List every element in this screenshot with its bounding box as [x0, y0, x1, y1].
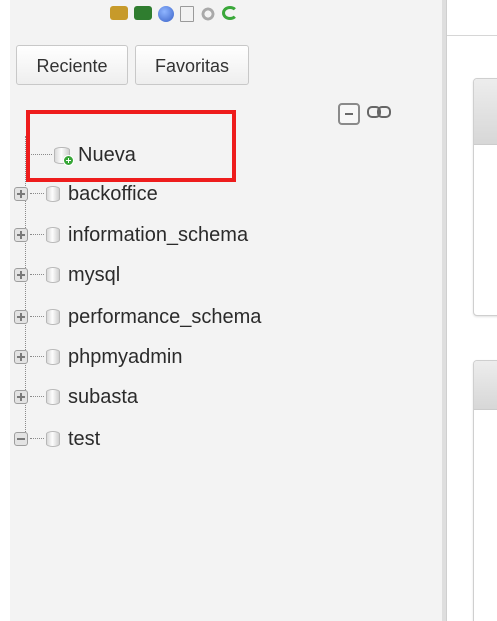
navigation-toolbar — [110, 6, 238, 26]
expand-plus-icon[interactable] — [14, 268, 28, 282]
collapse-minus-icon[interactable] — [14, 432, 28, 446]
tree-item-label[interactable]: subasta — [68, 386, 138, 409]
phpmyadmin-window: Reciente Favoritas Nueva backoffice info… — [0, 0, 497, 621]
database-icon — [46, 227, 60, 243]
main-panel-box — [473, 360, 497, 621]
tree-item-phpmyadmin[interactable]: phpmyadmin — [14, 344, 183, 370]
tree-connector — [30, 356, 44, 358]
tree-connector — [30, 316, 44, 318]
tree-item-label[interactable]: backoffice — [68, 183, 158, 206]
tree-item-label[interactable]: mysql — [68, 264, 120, 287]
main-panel-box — [473, 78, 497, 316]
main-panel — [447, 0, 497, 621]
settings-icon[interactable] — [200, 6, 216, 22]
database-icon — [46, 267, 60, 283]
expand-plus-icon[interactable] — [14, 390, 28, 404]
database-icon — [46, 349, 60, 365]
tree-item-mysql[interactable]: mysql — [14, 262, 120, 288]
database-icon — [46, 309, 60, 325]
main-panel-box-header — [474, 361, 497, 410]
reload-icon[interactable] — [222, 6, 238, 20]
highlight-annotation — [26, 110, 236, 182]
tree-item-test[interactable]: test — [14, 426, 100, 452]
expand-plus-icon[interactable] — [14, 310, 28, 324]
collapse-all-icon[interactable] — [338, 103, 360, 125]
tree-connector — [30, 234, 44, 236]
tree-item-subasta[interactable]: subasta — [14, 384, 138, 410]
tree-connector — [30, 396, 44, 398]
home-icon[interactable] — [110, 6, 128, 20]
tree-connector — [30, 193, 44, 195]
tree-item-label[interactable]: information_schema — [68, 224, 248, 247]
documentation-icon[interactable] — [180, 6, 194, 22]
expand-plus-icon[interactable] — [14, 187, 28, 201]
main-panel-box-header — [474, 79, 497, 145]
tree-connector — [30, 438, 44, 440]
tree-item-performance-schema[interactable]: performance_schema — [14, 304, 261, 330]
main-top-bar — [447, 0, 497, 36]
tree-item-backoffice[interactable]: backoffice — [14, 181, 158, 207]
database-icon[interactable] — [134, 6, 152, 20]
expand-plus-icon[interactable] — [14, 350, 28, 364]
database-icon — [46, 389, 60, 405]
database-icon — [46, 186, 60, 202]
tree-item-label[interactable]: phpmyadmin — [68, 346, 183, 369]
tab-reciente[interactable]: Reciente — [16, 45, 128, 85]
help-icon[interactable] — [158, 6, 174, 22]
tree-connector — [30, 274, 44, 276]
database-icon — [46, 431, 60, 447]
expand-plus-icon[interactable] — [14, 228, 28, 242]
link-with-main-panel-icon[interactable] — [367, 106, 397, 120]
tab-favoritas[interactable]: Favoritas — [135, 45, 249, 85]
tree-item-information-schema[interactable]: information_schema — [14, 222, 248, 248]
tree-item-label[interactable]: performance_schema — [68, 306, 261, 329]
tree-item-label[interactable]: test — [68, 428, 100, 451]
